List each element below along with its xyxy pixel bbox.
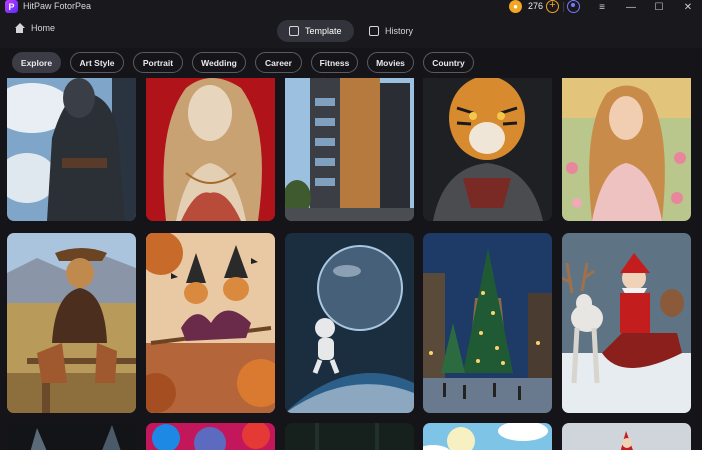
tab-history[interactable]: History xyxy=(357,20,425,42)
coin-icon: ● xyxy=(509,0,522,13)
history-icon xyxy=(369,26,379,36)
chip-career[interactable]: Career xyxy=(255,52,302,73)
template-card-astronaut[interactable] xyxy=(285,233,414,413)
home-label: Home xyxy=(31,23,56,33)
title-bar: P HitPaw FotorPea ● 276 + ≡ — ☐ ✕ xyxy=(0,0,702,14)
template-card-snow-santa[interactable] xyxy=(562,423,691,450)
chip-movies[interactable]: Movies xyxy=(367,52,414,73)
chip-fitness[interactable]: Fitness xyxy=(311,52,358,73)
chip-portrait[interactable]: Portrait xyxy=(133,52,183,73)
chip-wedding[interactable]: Wedding xyxy=(192,52,246,73)
template-card-dark-creature[interactable] xyxy=(7,423,136,450)
menu-icon[interactable]: ≡ xyxy=(594,0,610,14)
template-card-cowboy-cat[interactable] xyxy=(7,233,136,413)
app-logo: P xyxy=(5,0,18,13)
credit-count: 276 xyxy=(528,1,544,11)
maximize-icon[interactable]: ☐ xyxy=(651,0,667,14)
minimize-icon[interactable]: — xyxy=(623,0,639,14)
template-card-statue[interactable] xyxy=(146,78,275,221)
template-card-tiger-warrior[interactable] xyxy=(423,78,552,221)
tab-history-label: History xyxy=(385,26,414,36)
template-card-knight[interactable] xyxy=(7,78,136,221)
template-grid xyxy=(0,78,702,450)
add-credits-button[interactable]: + xyxy=(546,0,559,13)
cube-icon xyxy=(289,26,299,36)
tab-template-label: Template xyxy=(305,26,342,36)
tab-template[interactable]: Template xyxy=(277,20,354,42)
chip-country[interactable]: Country xyxy=(423,52,474,73)
divider xyxy=(563,2,564,12)
nav-bar: Home Template History xyxy=(0,14,702,48)
chip-art-style[interactable]: Art Style xyxy=(70,52,124,73)
chip-explore[interactable]: Explore xyxy=(12,52,61,73)
template-card-flower-woman[interactable] xyxy=(562,78,691,221)
close-icon[interactable]: ✕ xyxy=(680,0,696,14)
template-card-building[interactable] xyxy=(285,78,414,221)
category-bar: Explore Art Style Portrait Wedding Caree… xyxy=(0,48,702,78)
home-icon xyxy=(14,23,25,33)
template-card-christmas-town[interactable] xyxy=(423,233,552,413)
app-title: HitPaw FotorPea xyxy=(23,1,92,11)
template-card-witch-cats[interactable] xyxy=(146,233,275,413)
template-card-dark-forest[interactable] xyxy=(285,423,414,450)
template-card-cartoon-sky[interactable] xyxy=(423,423,552,450)
home-button[interactable]: Home xyxy=(14,23,55,33)
template-card-psychedelic[interactable] xyxy=(146,423,275,450)
user-account-icon[interactable] xyxy=(567,0,580,13)
template-card-santa-sleigh[interactable] xyxy=(562,233,691,413)
